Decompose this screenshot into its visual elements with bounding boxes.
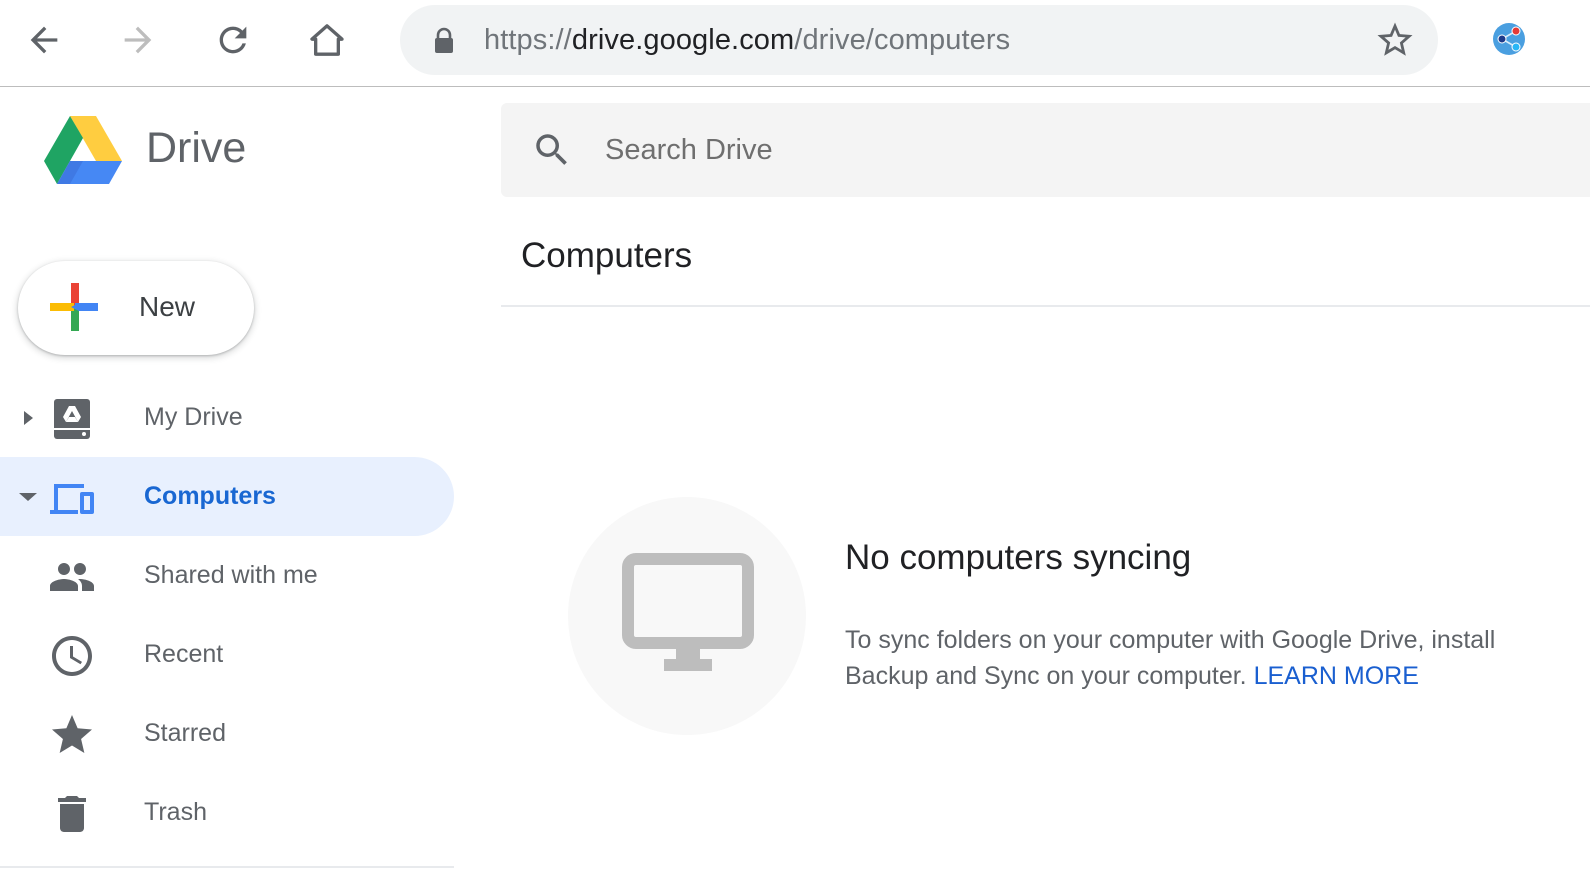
home-icon [310, 24, 344, 56]
title-divider [501, 305, 1590, 307]
people-icon [50, 563, 94, 591]
search-icon[interactable] [531, 129, 573, 171]
empty-state-illustration [568, 497, 806, 735]
sidebar-item-my-drive[interactable]: My Drive [0, 378, 454, 457]
sidebar-item-recent[interactable]: Recent [0, 615, 454, 694]
computers-icon [50, 484, 94, 514]
empty-state-heading: No computers syncing [845, 538, 1192, 577]
sidebar-item-label: My Drive [144, 403, 243, 431]
product-name: Drive [146, 124, 247, 172]
url-host: drive.google.com [571, 24, 795, 56]
forward-button[interactable] [114, 16, 162, 64]
lock-icon [435, 27, 453, 53]
caret-right-icon[interactable] [16, 406, 40, 430]
home-button[interactable] [303, 16, 351, 64]
learn-more-link[interactable]: LEARN MORE [1254, 662, 1419, 690]
sidebar-nav: My Drive Computers Shared with me Recent… [0, 378, 454, 852]
desktop-monitor-icon [622, 553, 754, 671]
sidebar-item-label: Shared with me [144, 561, 318, 589]
address-bar[interactable]: https://drive.google.com/drive/computers [400, 5, 1438, 75]
url-text[interactable]: https://drive.google.com/drive/computers [484, 5, 1010, 75]
url-path: /drive/computers [794, 24, 1011, 56]
star-icon [52, 715, 92, 753]
back-button[interactable] [20, 16, 68, 64]
sidebar-divider [0, 866, 454, 868]
arrow-right-icon [124, 26, 152, 54]
search-bar[interactable] [501, 103, 1590, 197]
star-outline-icon[interactable] [1374, 19, 1416, 61]
arrow-left-icon [30, 26, 58, 54]
sidebar-item-trash[interactable]: Trash [0, 773, 454, 852]
drive-logo-icon [44, 116, 122, 184]
sidebar-item-label: Starred [144, 719, 226, 747]
my-drive-icon [54, 399, 90, 439]
clock-icon [52, 636, 92, 676]
browser-toolbar: https://drive.google.com/drive/computers [0, 0, 1590, 87]
sidebar-item-label: Computers [144, 482, 276, 510]
empty-state-description: To sync folders on your computer with Go… [845, 622, 1565, 694]
sidebar-item-label: Recent [144, 640, 224, 668]
sidebar-item-shared-with-me[interactable]: Shared with me [0, 536, 454, 615]
sidebar-item-computers[interactable]: Computers [0, 457, 454, 536]
page-title: Computers [521, 236, 693, 275]
caret-down-icon[interactable] [16, 485, 40, 509]
search-input[interactable] [605, 103, 1505, 197]
new-button[interactable]: New [18, 261, 254, 355]
sidebar-item-label: Trash [144, 798, 207, 826]
new-button-label: New [139, 291, 196, 322]
sidebar-item-starred[interactable]: Starred [0, 694, 454, 773]
reload-icon [219, 26, 247, 54]
url-scheme: https:// [484, 24, 572, 56]
reload-button[interactable] [209, 16, 257, 64]
plus-icon [50, 283, 98, 331]
trash-icon [58, 796, 86, 832]
share-extension-icon[interactable] [1492, 22, 1526, 56]
